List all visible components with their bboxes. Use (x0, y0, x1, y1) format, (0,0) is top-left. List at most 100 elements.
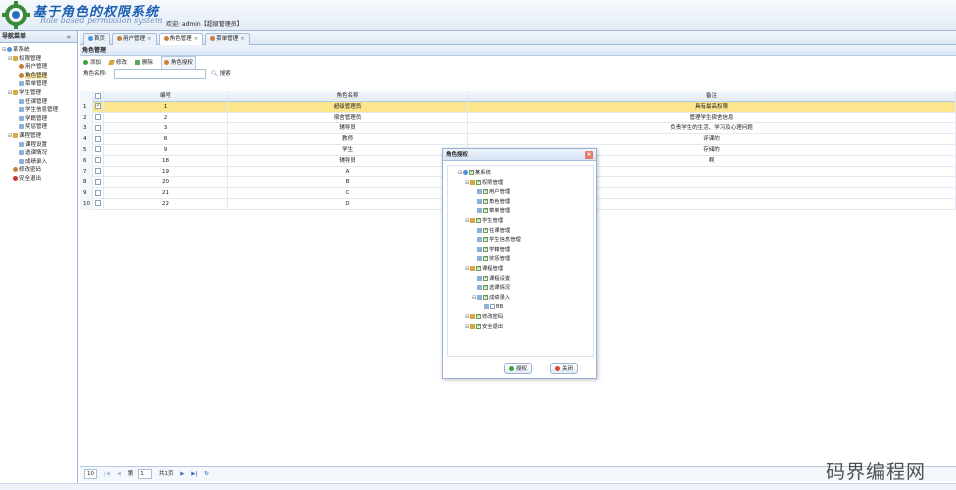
tab-item[interactable]: 首页 (83, 33, 111, 45)
tab-close-icon[interactable]: × (194, 36, 199, 42)
collapse-icon[interactable]: « (66, 31, 71, 43)
tab-label: 首页 (94, 36, 106, 42)
permission-node[interactable]: 用户管理 (458, 187, 593, 198)
row-checkbox[interactable] (93, 155, 104, 167)
prev-page-icon[interactable]: ◀ (117, 471, 121, 477)
sidebar-item[interactable]: ⊟ 权限管理 (2, 55, 77, 64)
permission-node[interactable]: ⊟权限管理 (458, 178, 593, 189)
row-checkbox[interactable] (93, 144, 104, 156)
table-row[interactable]: 4 8 教师 评课的 (80, 134, 956, 145)
welcome-text: 欢迎: admin【超级管理员】 (166, 21, 243, 28)
close-icon[interactable]: × (585, 151, 593, 159)
sidebar-item[interactable]: 奖惩管理 (2, 123, 77, 132)
sidebar-item[interactable]: 成绩录入 (2, 158, 77, 167)
table-row[interactable]: 2 2 宿舍管理员 管理学生宿舍信息 (80, 112, 956, 124)
row-checkbox[interactable] (93, 198, 104, 210)
cell-id: 20 (104, 177, 228, 189)
sidebar-item[interactable]: ⊟ 某系统 (2, 46, 77, 55)
sidebar-item[interactable]: 学籍管理 (2, 115, 77, 124)
sidebar-item[interactable]: 课程设置 (2, 141, 77, 150)
permission-checkbox[interactable] (483, 206, 488, 216)
first-page-icon[interactable]: |◀ (104, 471, 110, 477)
permission-checkbox[interactable] (476, 216, 481, 226)
cell-role-name: 辅导员 (228, 123, 468, 135)
sidebar-item[interactable]: 菜单管理 (2, 80, 77, 89)
row-number: 4 (80, 134, 93, 145)
permission-checkbox[interactable] (483, 293, 488, 302)
sidebar-item[interactable]: 安全退出 (2, 175, 77, 184)
page-number-input[interactable]: 1 (138, 469, 153, 479)
sidebar-item[interactable]: 任课管理 (2, 98, 77, 107)
sidebar-item[interactable]: 用户管理 (2, 63, 77, 72)
permission-node[interactable]: 学籍管理 (458, 245, 593, 256)
row-checkbox[interactable] (93, 134, 104, 145)
page-icon (19, 141, 24, 147)
tab-item[interactable]: 用户管理 × (112, 33, 157, 45)
folder-icon (13, 55, 18, 61)
sidebar-item[interactable]: 修改密码 (2, 166, 77, 175)
tab-item[interactable]: 角色管理 × (158, 33, 204, 45)
permission-node[interactable]: 课程设置 (458, 274, 593, 285)
permission-checkbox[interactable] (476, 312, 481, 322)
permission-checkbox[interactable] (490, 304, 495, 310)
permission-node[interactable]: ⊟安全退出 (458, 322, 593, 333)
next-page-icon[interactable]: ▶ (180, 471, 184, 477)
sidebar-item[interactable]: ⊟ 学生管理 (2, 89, 77, 98)
grant-ok-button[interactable]: 授权 (504, 363, 533, 374)
column-name-header[interactable]: 角色名称 (228, 91, 468, 102)
select-all-checkbox[interactable] (93, 91, 104, 102)
sys-icon (463, 170, 468, 175)
role-name-input[interactable] (114, 69, 206, 79)
page-icon (19, 124, 24, 130)
column-note-header[interactable]: 备注 (468, 91, 956, 102)
permission-node[interactable]: 任课管理 (458, 226, 593, 237)
permission-node[interactable]: 学生信息管理 (458, 235, 593, 246)
row-checkbox[interactable] (93, 188, 104, 199)
sidebar-item[interactable]: 角色管理 (2, 72, 77, 81)
sidebar-item[interactable]: 选课情况 (2, 149, 77, 158)
permission-checkbox[interactable] (483, 283, 488, 293)
permission-node[interactable]: 角色管理 (458, 197, 593, 208)
row-checkbox[interactable] (93, 112, 104, 124)
table-row[interactable]: 3 3 辅导员 负责学生的生活、学习及心理问题 (80, 123, 956, 135)
column-id-header[interactable]: 编号 (104, 91, 228, 102)
search-icon: 🔍︎ (211, 71, 218, 77)
permission-node[interactable]: 选课情况 (458, 283, 593, 294)
permission-checkbox[interactable] (483, 226, 488, 235)
permission-node[interactable]: ⊟学生管理 (458, 216, 593, 227)
page-icon (484, 304, 489, 310)
page-size-select[interactable]: 10 (84, 469, 97, 479)
sidebar-item[interactable]: ⊟ 课程管理 (2, 132, 77, 141)
permission-checkbox[interactable] (483, 245, 488, 254)
last-page-icon[interactable]: ▶| (191, 471, 197, 477)
row-checkbox[interactable] (93, 177, 104, 189)
permission-checkbox[interactable] (483, 254, 488, 264)
tab-item[interactable]: 菜单管理 × (205, 33, 250, 45)
sidebar-item-label: 成绩录入 (25, 158, 48, 165)
gear-logo-icon (2, 1, 30, 29)
row-checkbox[interactable] (93, 166, 104, 178)
permission-checkbox[interactable] (469, 168, 474, 178)
table-row[interactable]: 11超级管理员具有最高权限 (80, 101, 956, 113)
sidebar-item-label: 某系统 (13, 47, 30, 53)
permission-label: 选课情况 (489, 285, 511, 292)
permission-checkbox[interactable] (483, 274, 488, 283)
permission-checkbox[interactable] (483, 235, 488, 245)
sidebar: 导航菜单 « ⊟ 某系统 ⊟ 权限管理 用户管理 角色管理 菜单管理 ⊟ 学生管理 任课管理 学生信… (0, 31, 78, 490)
tab-close-icon[interactable]: × (240, 36, 245, 42)
sidebar-item-label: 角色管理 (25, 72, 48, 79)
permission-checkbox[interactable] (476, 322, 481, 331)
refresh-icon[interactable]: ↻ (204, 471, 209, 477)
row-checkbox[interactable] (93, 123, 104, 135)
search-button[interactable]: 🔍︎ 搜索 (211, 68, 231, 80)
permission-node[interactable]: ⊟课程管理 (458, 264, 593, 275)
permission-checkbox[interactable] (483, 197, 488, 206)
row-checkbox[interactable] (93, 101, 104, 113)
permission-checkbox[interactable] (476, 178, 481, 187)
dialog-cancel-button[interactable]: 关闭 (550, 363, 579, 374)
permission-checkbox[interactable] (476, 264, 481, 274)
permission-node[interactable]: ⊟成绩录入 (458, 293, 593, 304)
tab-close-icon[interactable]: × (147, 36, 152, 42)
permission-checkbox[interactable] (483, 187, 488, 197)
sidebar-item[interactable]: 学生信息管理 (2, 106, 77, 115)
